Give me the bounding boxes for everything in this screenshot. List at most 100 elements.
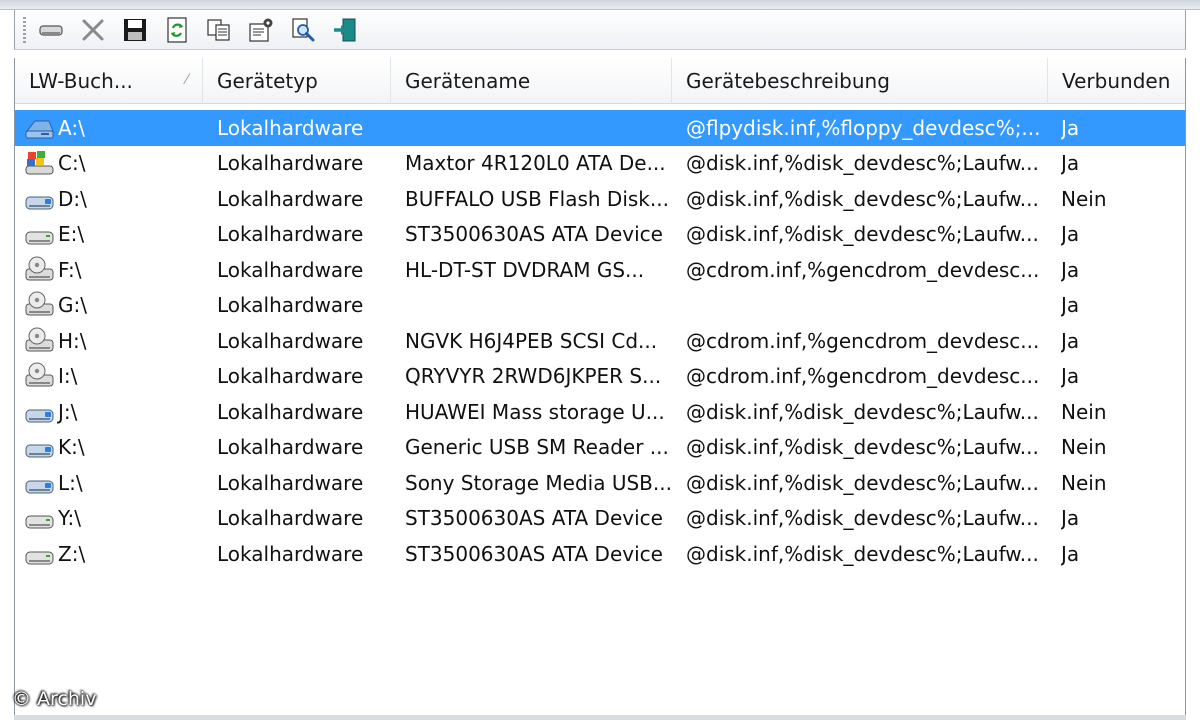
refresh-icon: [167, 16, 187, 43]
column-header-label: Gerätebeschreibung: [686, 69, 890, 93]
connected-cell: Ja: [1061, 328, 1080, 353]
drive-letter-cell: A:\: [23, 110, 203, 146]
device-type-cell: Lokalhardware: [217, 435, 364, 460]
find-toolbar-button[interactable]: [288, 15, 318, 45]
drive-rows: A:\ Lokalhardware @flpydisk.inf,%floppy_de…: [15, 110, 1185, 572]
device-name-cell: ST3500630AS ATA Device: [405, 222, 663, 247]
cdrom-drive-icon: [23, 290, 55, 320]
table-row[interactable]: H:\ Lokalhardware NGVK H6J4PEB SCSI Cd... @…: [15, 323, 1185, 359]
drive-letter: C:\: [58, 151, 86, 176]
column-header-connected[interactable]: Verbunden: [1048, 58, 1185, 104]
table-row[interactable]: K:\ Lokalhardware Generic USB SM Reader ..…: [15, 430, 1185, 466]
table-row[interactable]: J:\ Lokalhardware HUAWEI Mass storage U...…: [15, 394, 1185, 430]
table-row[interactable]: E:\ Lokalhardware ST3500630AS ATA Device @d…: [15, 217, 1185, 253]
hdd-drive-icon: [23, 219, 55, 249]
device-name-cell: QRYVYR 2RWD6JKPER S...: [405, 364, 662, 389]
device-type-cell: Lokalhardware: [217, 257, 364, 282]
drive-letter: F:\: [58, 257, 82, 282]
device-description-cell: @disk.inf,%disk_devdesc%;Laufw...: [686, 506, 1039, 531]
column-header-label: Gerätetyp: [217, 69, 318, 93]
device-description-cell: @disk.inf,%disk_devdesc%;Laufw...: [686, 222, 1039, 247]
column-header-device-description[interactable]: Gerätebeschreibung: [672, 58, 1048, 104]
properties-toolbar-button[interactable]: [246, 15, 276, 45]
device-name-cell: HUAWEI Mass storage U...: [405, 399, 665, 424]
connected-cell: Ja: [1061, 364, 1080, 389]
drive-letter: E:\: [58, 222, 85, 247]
list-header: LW-Buch... ⁄ Gerätetyp Gerätename Geräte…: [15, 58, 1185, 104]
window-top-strip: [0, 0, 1200, 10]
cdrom-drive-icon: [23, 361, 55, 391]
copy-toolbar-button[interactable]: [204, 15, 234, 45]
cdrom-drive-icon: [23, 255, 55, 285]
device-description-cell: @disk.inf,%disk_devdesc%;Laufw...: [686, 399, 1039, 424]
refresh-toolbar-button[interactable]: [162, 15, 192, 45]
drive-letter: A:\: [58, 115, 85, 140]
table-row[interactable]: D:\ Lokalhardware BUFFALO USB Flash Disk..…: [15, 181, 1185, 217]
usb-drive-icon: [23, 468, 55, 498]
device-description-cell: @cdrom.inf,%gencdrom_devdesc...: [686, 364, 1040, 389]
drive-letter-cell: Z:\: [23, 536, 203, 572]
table-row[interactable]: C:\ Lokalhardware Maxtor 4R120L0 ATA De...…: [15, 146, 1185, 182]
horizontal-scrollbar[interactable]: [14, 715, 1186, 720]
device-name-cell: HL-DT-ST DVDRAM GS...: [405, 257, 645, 282]
drive-icon: [39, 24, 63, 36]
exit-toolbar-button[interactable]: [330, 15, 360, 45]
device-type-cell: Lokalhardware: [217, 115, 364, 140]
drive-list-view[interactable]: LW-Buch... ⁄ Gerätetyp Gerätename Geräte…: [14, 58, 1186, 720]
delete-toolbar-button[interactable]: [78, 15, 108, 45]
drive-letter-cell: Y:\: [23, 501, 203, 537]
column-header-label: LW-Buch...: [29, 69, 133, 93]
find-icon: [292, 17, 315, 41]
column-header-device-type[interactable]: Gerätetyp: [203, 58, 391, 104]
table-row[interactable]: L:\ Lokalhardware Sony Storage Media USB..…: [15, 465, 1185, 501]
copyright-watermark: © Archiv: [12, 688, 97, 710]
connected-cell: Ja: [1061, 541, 1080, 566]
connected-cell: Ja: [1061, 293, 1080, 318]
drive-letter: L:\: [58, 470, 83, 495]
connected-cell: Ja: [1061, 115, 1080, 140]
table-row[interactable]: F:\ Lokalhardware HL-DT-ST DVDRAM GS... @cd…: [15, 252, 1185, 288]
device-name-cell: Maxtor 4R120L0 ATA De...: [405, 151, 666, 176]
drive-letter: G:\: [58, 293, 87, 318]
system-drive-icon: [23, 148, 55, 178]
column-header-device-name[interactable]: Gerätename: [391, 58, 672, 104]
drive-letter-cell: K:\: [23, 430, 203, 466]
drive-letter: Z:\: [58, 541, 86, 566]
drive-letter: Y:\: [58, 506, 82, 531]
usb-drive-icon: [23, 397, 55, 427]
device-type-cell: Lokalhardware: [217, 222, 364, 247]
drive-letter: H:\: [58, 328, 87, 353]
device-description-cell: @disk.inf,%disk_devdesc%;Laufw...: [686, 470, 1039, 495]
hdd-drive-icon: [23, 539, 55, 569]
table-row[interactable]: G:\ Lokalhardware Ja: [15, 288, 1185, 324]
drive-letter-cell: H:\: [23, 323, 203, 359]
drive-toolbar-button[interactable]: [36, 15, 66, 45]
connected-cell: Nein: [1061, 435, 1107, 460]
drive-letter-cell: L:\: [23, 465, 203, 501]
exit-icon: [334, 18, 356, 41]
device-type-cell: Lokalhardware: [217, 151, 364, 176]
floppy-drive-icon: [23, 113, 55, 143]
device-type-cell: Lokalhardware: [217, 328, 364, 353]
column-header-drive-letter[interactable]: LW-Buch... ⁄: [15, 58, 203, 104]
table-row[interactable]: A:\ Lokalhardware @flpydisk.inf,%floppy_de…: [15, 110, 1185, 146]
cdrom-drive-icon: [23, 326, 55, 356]
device-description-cell: @cdrom.inf,%gencdrom_devdesc...: [686, 257, 1040, 282]
save-toolbar-button[interactable]: [120, 15, 150, 45]
properties-icon: [249, 18, 273, 42]
drive-letter-cell: J:\: [23, 394, 203, 430]
drive-letter-cell: E:\: [23, 217, 203, 253]
device-type-cell: Lokalhardware: [217, 541, 364, 566]
usb-drive-icon: [23, 432, 55, 462]
toolbar: [14, 10, 1186, 50]
table-row[interactable]: Y:\ Lokalhardware ST3500630AS ATA Device @d…: [15, 501, 1185, 537]
device-name-cell: Generic USB SM Reader ...: [405, 435, 669, 460]
device-description-cell: @flpydisk.inf,%floppy_devdesc%;...: [686, 115, 1041, 140]
device-name-cell: ST3500630AS ATA Device: [405, 541, 663, 566]
toolbar-grip[interactable]: [23, 16, 26, 43]
device-description-cell: [686, 288, 1046, 324]
device-type-cell: Lokalhardware: [217, 364, 364, 389]
device-type-cell: Lokalhardware: [217, 399, 364, 424]
table-row[interactable]: I:\ Lokalhardware QRYVYR 2RWD6JKPER S... @c…: [15, 359, 1185, 395]
table-row[interactable]: Z:\ Lokalhardware ST3500630AS ATA Device @d…: [15, 536, 1185, 572]
